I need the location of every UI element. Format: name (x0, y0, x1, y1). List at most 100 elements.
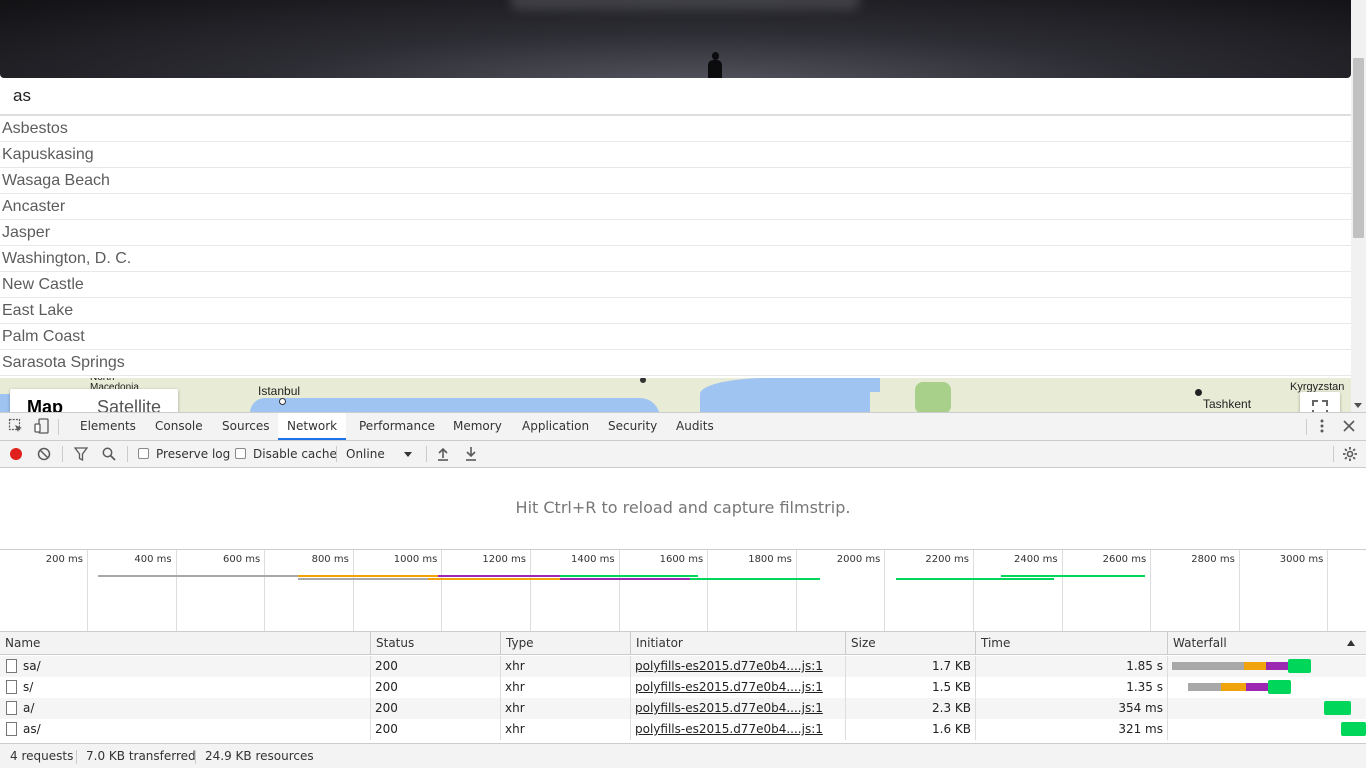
disable-cache-checkbox[interactable] (235, 448, 246, 459)
suggestion-item[interactable]: New Castle (0, 272, 1351, 298)
throttling-select[interactable]: Online (346, 441, 416, 467)
file-icon (6, 680, 17, 694)
city-search-input[interactable] (0, 78, 1351, 116)
more-options-icon[interactable] (1315, 418, 1329, 434)
record-button-icon[interactable] (9, 447, 23, 461)
tab-network[interactable]: Network (278, 413, 347, 440)
request-size: 2.3 KB (846, 698, 976, 719)
export-har-icon[interactable] (464, 446, 478, 462)
tab-application[interactable]: Application (513, 413, 598, 440)
map-type-control: Map Satellite (10, 389, 179, 412)
timeline-tick-label: 1000 ms (393, 554, 438, 565)
clear-icon[interactable] (37, 447, 51, 461)
request-time: 1.35 s (976, 677, 1168, 698)
timeline-tick: 3000 ms (1240, 550, 1329, 631)
park-area (915, 382, 951, 412)
tab-sources[interactable]: Sources (213, 413, 278, 440)
map-view-button[interactable]: Map (10, 389, 80, 412)
preserve-log-checkbox[interactable] (138, 448, 149, 459)
suggestion-item[interactable]: Asbestos (0, 116, 1351, 142)
timeline-tick: 800 ms (266, 550, 354, 631)
initiator-link[interactable]: polyfills-es2015.d77e0b4....js:1 (635, 659, 823, 673)
hero-banner (0, 0, 1351, 78)
toolbar-divider (127, 446, 128, 462)
tab-elements[interactable]: Elements (71, 413, 145, 440)
suggestion-item[interactable]: Ancaster (0, 194, 1351, 220)
chevron-down-icon (404, 452, 412, 457)
column-name[interactable]: Name (0, 632, 371, 654)
overview-bar (690, 578, 820, 580)
request-name-cell: as/ (0, 719, 371, 740)
timeline-tick-label: 200 ms (45, 554, 83, 565)
suggestion-item[interactable]: Jasper (0, 220, 1351, 246)
devtools-tabbar: Elements Console Sources Network Perform… (0, 413, 1366, 441)
search-icon[interactable] (102, 447, 116, 461)
tab-performance[interactable]: Performance (350, 413, 444, 440)
filmstrip-area: Hit Ctrl+R to reload and capture filmstr… (0, 469, 1366, 549)
column-waterfall[interactable]: Waterfall (1168, 632, 1366, 654)
request-type: xhr (501, 677, 631, 698)
initiator-link[interactable]: polyfills-es2015.d77e0b4....js:1 (635, 701, 823, 715)
waterfall-cell (1168, 656, 1366, 677)
scrollbar-thumb[interactable] (1353, 58, 1364, 238)
filter-icon[interactable] (74, 447, 88, 461)
column-time[interactable]: Time (976, 632, 1168, 654)
column-initiator[interactable]: Initiator (631, 632, 846, 654)
table-row[interactable]: sa/ 200 xhr polyfills-es2015.d77e0b4....… (0, 656, 1366, 677)
suggestion-item[interactable]: Palm Coast (0, 324, 1351, 350)
device-toolbar-icon[interactable] (34, 418, 50, 434)
column-status[interactable]: Status (371, 632, 501, 654)
timeline-tick-label: 400 ms (134, 554, 172, 565)
tab-memory[interactable]: Memory (444, 413, 511, 440)
table-row[interactable]: s/ 200 xhr polyfills-es2015.d77e0b4....j… (0, 677, 1366, 698)
request-time: 1.85 s (976, 656, 1168, 677)
tab-console[interactable]: Console (146, 413, 212, 440)
column-size[interactable]: Size (846, 632, 976, 654)
timeline-tick: 1200 ms (443, 550, 531, 631)
overview-bar (1001, 575, 1145, 577)
satellite-view-button[interactable]: Satellite (80, 389, 178, 412)
import-har-icon[interactable] (436, 446, 450, 462)
sort-ascending-icon[interactable] (1347, 640, 1355, 646)
devtools-panel: Elements Console Sources Network Perform… (0, 412, 1366, 768)
gear-icon[interactable] (1342, 446, 1358, 462)
timeline-tick: 2000 ms (797, 550, 886, 631)
tab-audits[interactable]: Audits (667, 413, 723, 440)
map-label-istanbul: Istanbul (258, 384, 301, 398)
waterfall-queue-bar (1172, 662, 1244, 670)
timeline-tick: 200 ms (0, 550, 88, 631)
table-row[interactable]: a/ 200 xhr polyfills-es2015.d77e0b4....j… (0, 698, 1366, 719)
fullscreen-button[interactable] (1300, 392, 1340, 412)
scroll-down-arrow-icon[interactable] (1354, 403, 1362, 408)
file-icon (6, 722, 17, 736)
fullscreen-icon (1312, 400, 1328, 412)
inspect-element-icon[interactable] (8, 418, 24, 434)
suggestion-item[interactable]: Sarasota Springs (0, 350, 1351, 376)
table-row[interactable]: as/ 200 xhr polyfills-es2015.d77e0b4....… (0, 719, 1366, 740)
timeline-tick-label: 1600 ms (659, 554, 704, 565)
initiator-link[interactable]: polyfills-es2015.d77e0b4....js:1 (635, 680, 823, 694)
timeline-tick-label: 2600 ms (1102, 554, 1147, 565)
overview-bar (298, 578, 428, 580)
column-type[interactable]: Type (501, 632, 631, 654)
suggestion-item[interactable]: Wasaga Beach (0, 168, 1351, 194)
suggestion-item[interactable]: Washington, D. C. (0, 246, 1351, 272)
suggestion-item[interactable]: East Lake (0, 298, 1351, 324)
timeline-tick-label: 800 ms (311, 554, 349, 565)
google-map[interactable]: North Macedonia Istanbul Tashkent Kyrgyz… (0, 378, 1351, 412)
waterfall-receiving-bar (1324, 701, 1351, 715)
request-size: 1.7 KB (846, 656, 976, 677)
timeline-tick-label: 2400 ms (1014, 554, 1058, 565)
timeline-overview[interactable]: 200 ms 400 ms 600 ms 800 ms 1000 ms 1200 ms 14… (0, 549, 1366, 631)
timeline-tick-label: 3000 ms (1279, 554, 1324, 565)
initiator-link[interactable]: polyfills-es2015.d77e0b4....js:1 (635, 722, 823, 736)
close-icon[interactable] (1343, 420, 1355, 432)
page-scrollbar[interactable] (1351, 0, 1366, 412)
request-time: 321 ms (976, 719, 1168, 740)
waterfall-cell (1168, 677, 1366, 698)
suggestion-item[interactable]: Kapuskasing (0, 142, 1351, 168)
timeline-tick-label: 2000 ms (836, 554, 881, 565)
web-page: Asbestos Kapuskasing Wasaga Beach Ancast… (0, 0, 1366, 412)
tab-security[interactable]: Security (599, 413, 666, 440)
network-toolbar: Preserve log Disable cache Online (0, 441, 1366, 468)
